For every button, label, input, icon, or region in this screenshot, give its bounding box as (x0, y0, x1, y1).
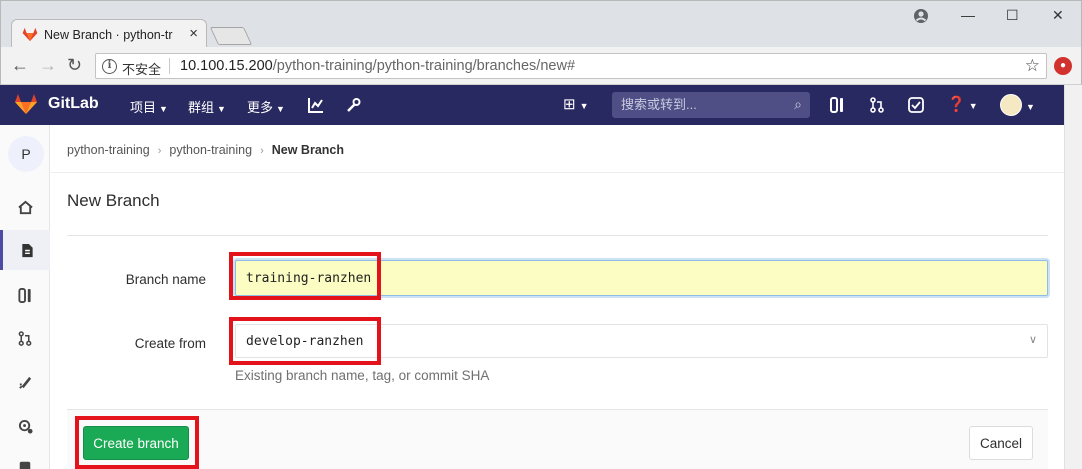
chevron-down-icon: ▼ (159, 104, 168, 114)
merge-request-icon (18, 330, 32, 346)
help-text: Existing branch name, tag, or commit SHA (235, 368, 490, 383)
menu-groups[interactable]: 群组 ▼ (188, 97, 226, 116)
browser-tab[interactable]: New Branch · python-tr × (11, 19, 207, 49)
gitlab-brand[interactable]: GitLab (48, 95, 99, 113)
breadcrumb-project[interactable]: python-training (169, 143, 252, 157)
chevron-down-icon: ▼ (217, 104, 226, 114)
extension-icon[interactable]: ● (1054, 57, 1072, 75)
home-icon (17, 200, 33, 214)
project-avatar[interactable]: P (8, 136, 44, 172)
info-icon[interactable]: i (102, 59, 117, 74)
minimize-icon[interactable]: — (961, 5, 975, 25)
scrollbar[interactable] (1064, 85, 1082, 469)
breadcrumb-group[interactable]: python-training (67, 143, 150, 157)
tab-title: New Branch · python-tr (44, 28, 173, 42)
search-input[interactable] (621, 97, 781, 112)
todo-check-icon[interactable] (908, 97, 924, 113)
gitlab-header: GitLab 项目▼ 群组▼ 更多▼ ⊞▼ ⌕ ❓▼ ▼ (0, 85, 1064, 125)
menu-projects-label: 项目 (130, 100, 157, 115)
chevron-right-icon: › (260, 145, 264, 157)
rocket-icon (18, 376, 31, 389)
maximize-icon[interactable]: ☐ (1006, 5, 1019, 25)
merge-request-icon[interactable] (870, 97, 884, 113)
url-divider (169, 58, 170, 74)
menu-projects[interactable]: 项目 ▼ (130, 97, 168, 116)
wrench-icon[interactable] (345, 97, 361, 113)
search-box[interactable]: ⌕ (612, 92, 810, 118)
help-icon[interactable]: ❓ ▼ (947, 95, 978, 116)
menu-more[interactable]: 更多 ▼ (247, 97, 285, 116)
url-text[interactable]: 10.100.15.200/python-training/python-tra… (180, 58, 575, 74)
branch-name-input[interactable] (235, 260, 1048, 296)
settings-icon (18, 419, 33, 434)
reload-icon[interactable]: ↻ (67, 55, 82, 75)
tab-close-icon[interactable]: × (189, 25, 198, 43)
profile-icon[interactable] (913, 8, 929, 24)
user-avatar[interactable] (1000, 94, 1022, 116)
sidebar-item-issues[interactable] (0, 275, 50, 315)
chevron-down-icon: ▼ (276, 104, 285, 114)
create-branch-button[interactable]: Create branch (83, 426, 189, 460)
breadcrumb-divider (51, 172, 1064, 173)
chevron-down-icon[interactable]: ▼ (1026, 97, 1035, 117)
sidebar-item-repository[interactable] (0, 230, 50, 270)
create-from-label: Create from (134, 336, 206, 351)
security-label[interactable]: 不安全 (122, 59, 161, 78)
url-host: 10.100.15.200 (180, 58, 273, 74)
sidebar-item-merge-requests[interactable] (0, 318, 50, 358)
title-divider (67, 235, 1048, 236)
menu-groups-label: 群组 (188, 100, 215, 115)
breadcrumb: python-training › python-training › New Bran… (67, 143, 344, 157)
form-actions: Create branch Cancel (67, 409, 1048, 469)
browser-toolbar: ← → ↻ i 不安全 10.100.15.200/python-trainin… (0, 47, 1082, 85)
more-icon (19, 461, 31, 469)
gitlab-logo-icon[interactable] (14, 93, 38, 115)
chevron-down-icon: ∨ (1028, 334, 1037, 346)
create-from-value: develop-ranzhen (246, 334, 364, 349)
activity-chart-icon[interactable] (308, 97, 324, 113)
gitlab-favicon-icon (22, 27, 38, 42)
url-path: /python-training/python-training/branche… (272, 58, 576, 74)
branch-name-label: Branch name (125, 272, 206, 287)
bookmark-star-icon[interactable]: ☆ (1025, 56, 1040, 76)
issues-icon (18, 287, 31, 303)
address-bar[interactable]: i 不安全 10.100.15.200/python-training/pyth… (95, 53, 1047, 79)
sidebar-item-operations[interactable] (0, 406, 50, 446)
new-tab-button[interactable] (209, 27, 253, 45)
menu-more-label: 更多 (247, 100, 274, 115)
project-sidebar: P (0, 125, 50, 469)
issues-icon[interactable] (830, 97, 844, 113)
new-item-plus-icon[interactable]: ⊞ ▼ (563, 95, 589, 116)
chevron-right-icon: › (157, 145, 162, 157)
create-from-dropdown[interactable]: develop-ranzhen ∨ (235, 324, 1048, 358)
window-close-icon[interactable]: ✕ (1052, 5, 1064, 25)
back-icon[interactable]: ← (11, 55, 29, 75)
breadcrumb-current[interactable]: New Branch (272, 143, 344, 157)
file-icon (21, 243, 33, 257)
sidebar-item-more[interactable] (0, 447, 50, 469)
sidebar-item-ci-cd[interactable] (0, 362, 50, 402)
browser-titlebar: New Branch · python-tr × — ☐ ✕ (0, 0, 1082, 49)
search-icon[interactable]: ⌕ (794, 96, 802, 113)
sidebar-item-project[interactable] (0, 187, 50, 227)
forward-icon[interactable]: → (39, 55, 57, 75)
page-title: New Branch (67, 191, 160, 210)
cancel-button[interactable]: Cancel (969, 426, 1033, 460)
